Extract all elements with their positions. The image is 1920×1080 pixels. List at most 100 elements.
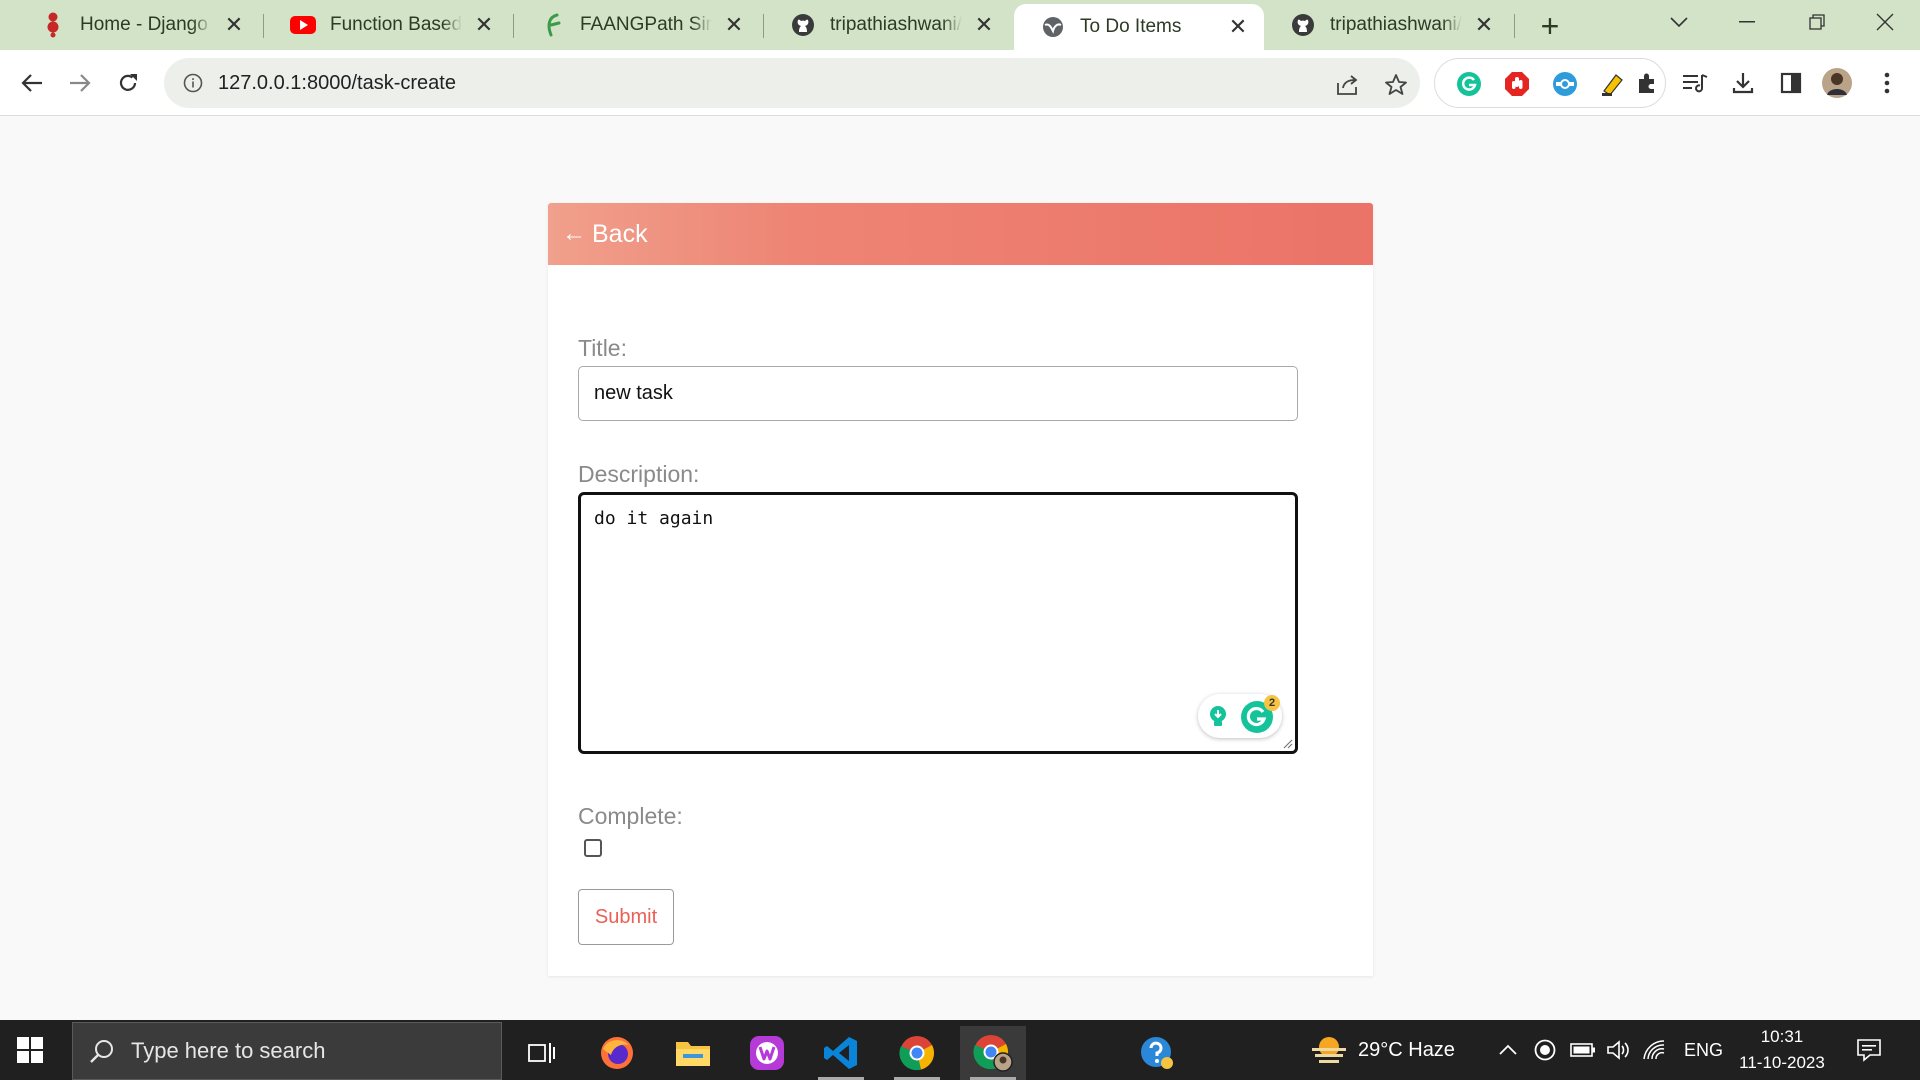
site-info-icon[interactable] [180, 70, 206, 96]
tab-title: Function Based AP [330, 14, 462, 35]
record-icon [1534, 1039, 1556, 1061]
search-icon [90, 1040, 113, 1063]
close-tab-icon[interactable]: ✕ [1472, 12, 1496, 37]
tab-github-todo[interactable]: tripathiashwani/to ✕ [764, 0, 1010, 50]
side-panel-icon[interactable] [1776, 68, 1806, 98]
show-hidden-icons-button[interactable] [1498, 1020, 1518, 1080]
chrome-icon [899, 1036, 934, 1071]
grammarly-widget[interactable]: 2 [1198, 694, 1282, 738]
new-tab-button[interactable]: + [1532, 8, 1568, 44]
search-placeholder: Type here to search [131, 1038, 326, 1063]
tab-faangpath[interactable]: FAANGPath Simple ✕ [514, 0, 760, 50]
firefox-icon [601, 1037, 633, 1069]
forward-nav-button[interactable] [60, 63, 100, 103]
battery-indicator[interactable] [1570, 1020, 1596, 1080]
weather-widget[interactable]: 29°C Haze [1310, 1020, 1455, 1080]
title-input-value: new task [594, 382, 673, 404]
screen-capture-extension-icon[interactable] [1551, 70, 1579, 98]
github-icon [790, 12, 816, 38]
reload-button[interactable] [108, 63, 148, 103]
wps-office-app[interactable] [734, 1026, 800, 1080]
volume-indicator[interactable] [1606, 1020, 1632, 1080]
globe-icon [1040, 14, 1066, 40]
close-tab-icon[interactable]: ✕ [722, 12, 746, 37]
resize-grip-icon[interactable] [1281, 737, 1293, 749]
reload-icon [119, 74, 137, 91]
chevron-up-icon [1499, 1044, 1517, 1055]
tab-todo-items[interactable]: To Do Items ✕ [1014, 4, 1264, 50]
help-icon [1141, 1037, 1173, 1069]
firefox-app[interactable] [584, 1026, 650, 1080]
close-tab-icon[interactable]: ✕ [1226, 14, 1250, 39]
tab-title: tripathiashwani/to [830, 14, 962, 35]
complete-label: Complete: [578, 803, 683, 829]
notification-center-button[interactable] [1856, 1020, 1882, 1080]
vscode-app[interactable] [808, 1026, 874, 1080]
windows-start-icon[interactable] [16, 1036, 44, 1064]
close-window-button[interactable] [1852, 0, 1918, 44]
taskbar-search-box[interactable]: Type here to search [72, 1022, 502, 1080]
back-nav-button[interactable] [12, 63, 52, 103]
profile-avatar[interactable] [1822, 68, 1852, 98]
download-icon[interactable] [1728, 68, 1758, 98]
wifi-icon [1643, 1040, 1665, 1060]
close-tab-icon[interactable]: ✕ [222, 12, 246, 37]
complete-checkbox[interactable] [584, 839, 602, 857]
share-icon[interactable] [1334, 71, 1362, 99]
minimize-button[interactable] [1714, 0, 1780, 44]
adblock-extension-icon[interactable] [1503, 70, 1531, 98]
title-input[interactable]: new task [578, 366, 1298, 421]
submit-button[interactable]: Submit [578, 889, 674, 945]
address-bar[interactable]: 127.0.0.1:8000/task-create [164, 58, 1420, 108]
menu-kebab-icon[interactable] [1872, 68, 1902, 98]
django-icon [40, 12, 66, 38]
clock-time: 10:31 [1760, 1027, 1804, 1046]
help-app[interactable] [1124, 1026, 1190, 1080]
tab-github-de[interactable]: tripathiashwani/de ✕ [1264, 0, 1510, 50]
faangpath-icon [540, 12, 566, 38]
chrome-profile-app[interactable] [960, 1026, 1026, 1080]
youtube-icon [290, 12, 316, 38]
github-icon [1290, 12, 1316, 38]
back-link[interactable]: ← Back [562, 220, 648, 249]
windows-taskbar: Type here to search 29°C Haze ENG 10:31 … [0, 1020, 1920, 1080]
close-tab-icon[interactable]: ✕ [472, 12, 496, 37]
tab-youtube[interactable]: Function Based AP ✕ [264, 0, 510, 50]
network-indicator[interactable] [1642, 1020, 1666, 1080]
vscode-icon [824, 1037, 857, 1069]
tab-strip: Home - Django RE ✕ Function Based AP ✕ F… [0, 0, 1920, 50]
task-view-button[interactable] [508, 1026, 574, 1080]
grammarly-extension-icon[interactable] [1455, 70, 1483, 98]
tab-title: To Do Items [1080, 16, 1182, 37]
arrow-left-icon [21, 74, 42, 92]
close-tab-icon[interactable]: ✕ [972, 12, 996, 37]
tab-search-button[interactable] [1646, 0, 1712, 44]
file-explorer-app[interactable] [660, 1026, 726, 1080]
description-label: Description: [578, 461, 700, 487]
arrow-right-icon [70, 74, 91, 92]
task-form-card: ← Back Title: new task Description: do i… [548, 203, 1373, 976]
media-control-icon[interactable] [1680, 68, 1710, 98]
bookmark-star-icon[interactable] [1382, 71, 1410, 99]
description-textarea[interactable]: do it again 2 [578, 492, 1298, 754]
volume-icon [1607, 1040, 1629, 1060]
back-label: Back [592, 219, 648, 248]
language-indicator[interactable]: ENG [1684, 1020, 1723, 1080]
clock[interactable]: 10:31 11-10-2023 [1730, 1020, 1834, 1080]
extensions-puzzle-icon[interactable] [1632, 68, 1662, 98]
grammarly-count-badge: 2 [1264, 695, 1280, 711]
url-text[interactable]: 127.0.0.1:8000/task-create [218, 72, 456, 95]
highlighter-extension-icon[interactable] [1599, 70, 1627, 98]
description-value: do it again [594, 508, 714, 529]
title-label: Title: [578, 335, 627, 361]
chrome-app[interactable] [884, 1026, 950, 1080]
record-indicator[interactable] [1534, 1020, 1556, 1080]
chevron-down-icon [1670, 17, 1688, 27]
lightbulb-icon[interactable] [1206, 704, 1230, 728]
clock-date: 11-10-2023 [1739, 1053, 1825, 1072]
tab-title: tripathiashwani/de [1330, 14, 1462, 35]
tab-django[interactable]: Home - Django RE ✕ [14, 0, 260, 50]
restore-button[interactable] [1784, 0, 1850, 44]
card-header: ← Back [548, 203, 1373, 265]
chrome-profile-icon [973, 1035, 1013, 1072]
